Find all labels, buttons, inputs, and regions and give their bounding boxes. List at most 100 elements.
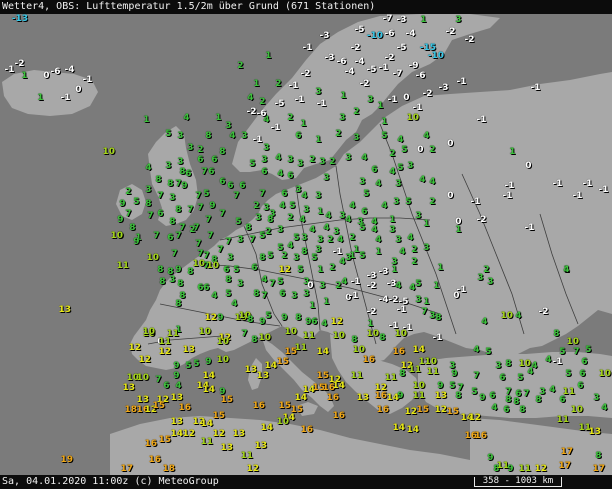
station-value: 15 (152, 401, 166, 411)
station-value: 7 (219, 209, 226, 219)
station-value: -6 (50, 67, 61, 77)
station-value: 8 (145, 199, 152, 209)
station-value: -1 (378, 63, 389, 73)
station-value: 9 (173, 371, 180, 381)
station-value: -4 (344, 67, 355, 77)
station-value: -1 (552, 357, 563, 367)
station-value: -2 (388, 295, 399, 305)
station-value: 1 (437, 263, 444, 273)
station-value: 10 (258, 333, 272, 343)
station-value: 17 (120, 464, 134, 474)
station-value: -1 (412, 103, 423, 113)
station-value: 2 (259, 97, 266, 107)
station-value: -2 (476, 215, 487, 225)
station-readings-layer: -13 -7 -3 1 3 -5 -10 -6 -4 -2 -3 -2 -15 -5 -10 -1 -2 1 2 -3… (0, 0, 612, 489)
station-value: 15 (446, 407, 460, 417)
station-value: 13 (256, 371, 270, 381)
station-value: 3 (323, 173, 330, 183)
station-value: -2 (359, 79, 370, 89)
station-value: 5 (517, 373, 524, 383)
station-value: 3 (487, 277, 494, 287)
station-value: 7 (171, 249, 178, 259)
station-value: 13 (588, 427, 602, 437)
station-value: -1 (350, 277, 361, 287)
station-value: 4 (563, 265, 570, 275)
station-value: 7 (261, 291, 268, 301)
scale-bar: 358 - 1003 km (474, 477, 562, 487)
station-value: 4 (325, 211, 332, 221)
station-value: 1 (367, 319, 374, 329)
station-value: 16 (178, 403, 192, 413)
station-value: 1 (253, 79, 260, 89)
station-value: 3 (303, 205, 310, 215)
station-value: 2 (287, 113, 294, 123)
station-value: 3 (353, 133, 360, 143)
station-value: 6 (227, 181, 234, 191)
station-value: 10 (216, 337, 230, 347)
station-value: -6 (256, 109, 267, 119)
station-value: 8 (247, 315, 254, 325)
station-value: 1 (323, 297, 330, 307)
station-value: 14 (202, 371, 216, 381)
station-value: 2 (483, 265, 490, 275)
station-value: 4 (247, 93, 254, 103)
station-value: 2 (411, 257, 418, 267)
station-value: 4 (345, 215, 352, 225)
station-value: 11 (158, 337, 172, 347)
station-value: 4 (407, 233, 414, 243)
station-value: 14 (412, 345, 426, 355)
station-value: 8 (351, 335, 358, 345)
station-value: 10 (146, 253, 160, 263)
station-value: 7 (233, 191, 240, 201)
station-value: 6 (499, 373, 506, 383)
station-value: -10 (427, 51, 445, 61)
station-value: 3 (227, 253, 234, 263)
station-value: 10 (598, 369, 612, 379)
station-value: 1 (309, 301, 316, 311)
station-value: 15 (276, 357, 290, 367)
station-value: -1 (524, 223, 535, 233)
station-value: 13 (170, 417, 184, 427)
station-value: 12 (434, 405, 448, 415)
station-value: 10 (424, 357, 438, 367)
station-value: 10 (394, 329, 408, 339)
station-value: 6 (281, 189, 288, 199)
station-value: 8 (519, 405, 526, 415)
station-value: 8 (595, 451, 602, 461)
station-value: 16 (374, 391, 388, 401)
station-value: 16 (252, 401, 266, 411)
station-value: 10 (366, 329, 380, 339)
station-value: 3 (415, 211, 422, 221)
station-value: 3 (237, 235, 244, 245)
station-value: 4 (399, 247, 406, 257)
station-value: 7 (217, 245, 224, 255)
station-value: 3 (255, 213, 262, 223)
station-value: 4 (397, 135, 404, 145)
station-value: 4 (301, 191, 308, 201)
station-value: 8 (505, 395, 512, 405)
station-value: -2 (300, 69, 311, 79)
station-value: 8 (259, 253, 266, 263)
station-value: 16 (376, 405, 390, 415)
station-value: -2 (538, 307, 549, 317)
station-value: 5 (397, 163, 404, 173)
station-value: 0 (43, 71, 50, 81)
station-value: 10 (570, 405, 584, 415)
station-value: 5 (585, 345, 592, 355)
station-value: 8 (251, 335, 258, 345)
station-value: 4 (175, 381, 182, 391)
station-value: 5 (381, 131, 388, 141)
station-value: 2 (125, 187, 132, 197)
station-value: 1 (420, 15, 427, 25)
station-value: -1 (530, 83, 541, 93)
station-value: 11 (384, 373, 398, 383)
station-value: -5 (366, 65, 377, 75)
station-value: -1 (4, 65, 15, 75)
station-value: 8 (175, 299, 182, 309)
station-value: 4 (381, 201, 388, 211)
station-value: 6 (287, 171, 294, 181)
station-value: 4 (375, 235, 382, 245)
station-value: 2 (329, 157, 336, 167)
station-value: -1 (396, 305, 407, 315)
station-value: 9 (479, 393, 486, 403)
